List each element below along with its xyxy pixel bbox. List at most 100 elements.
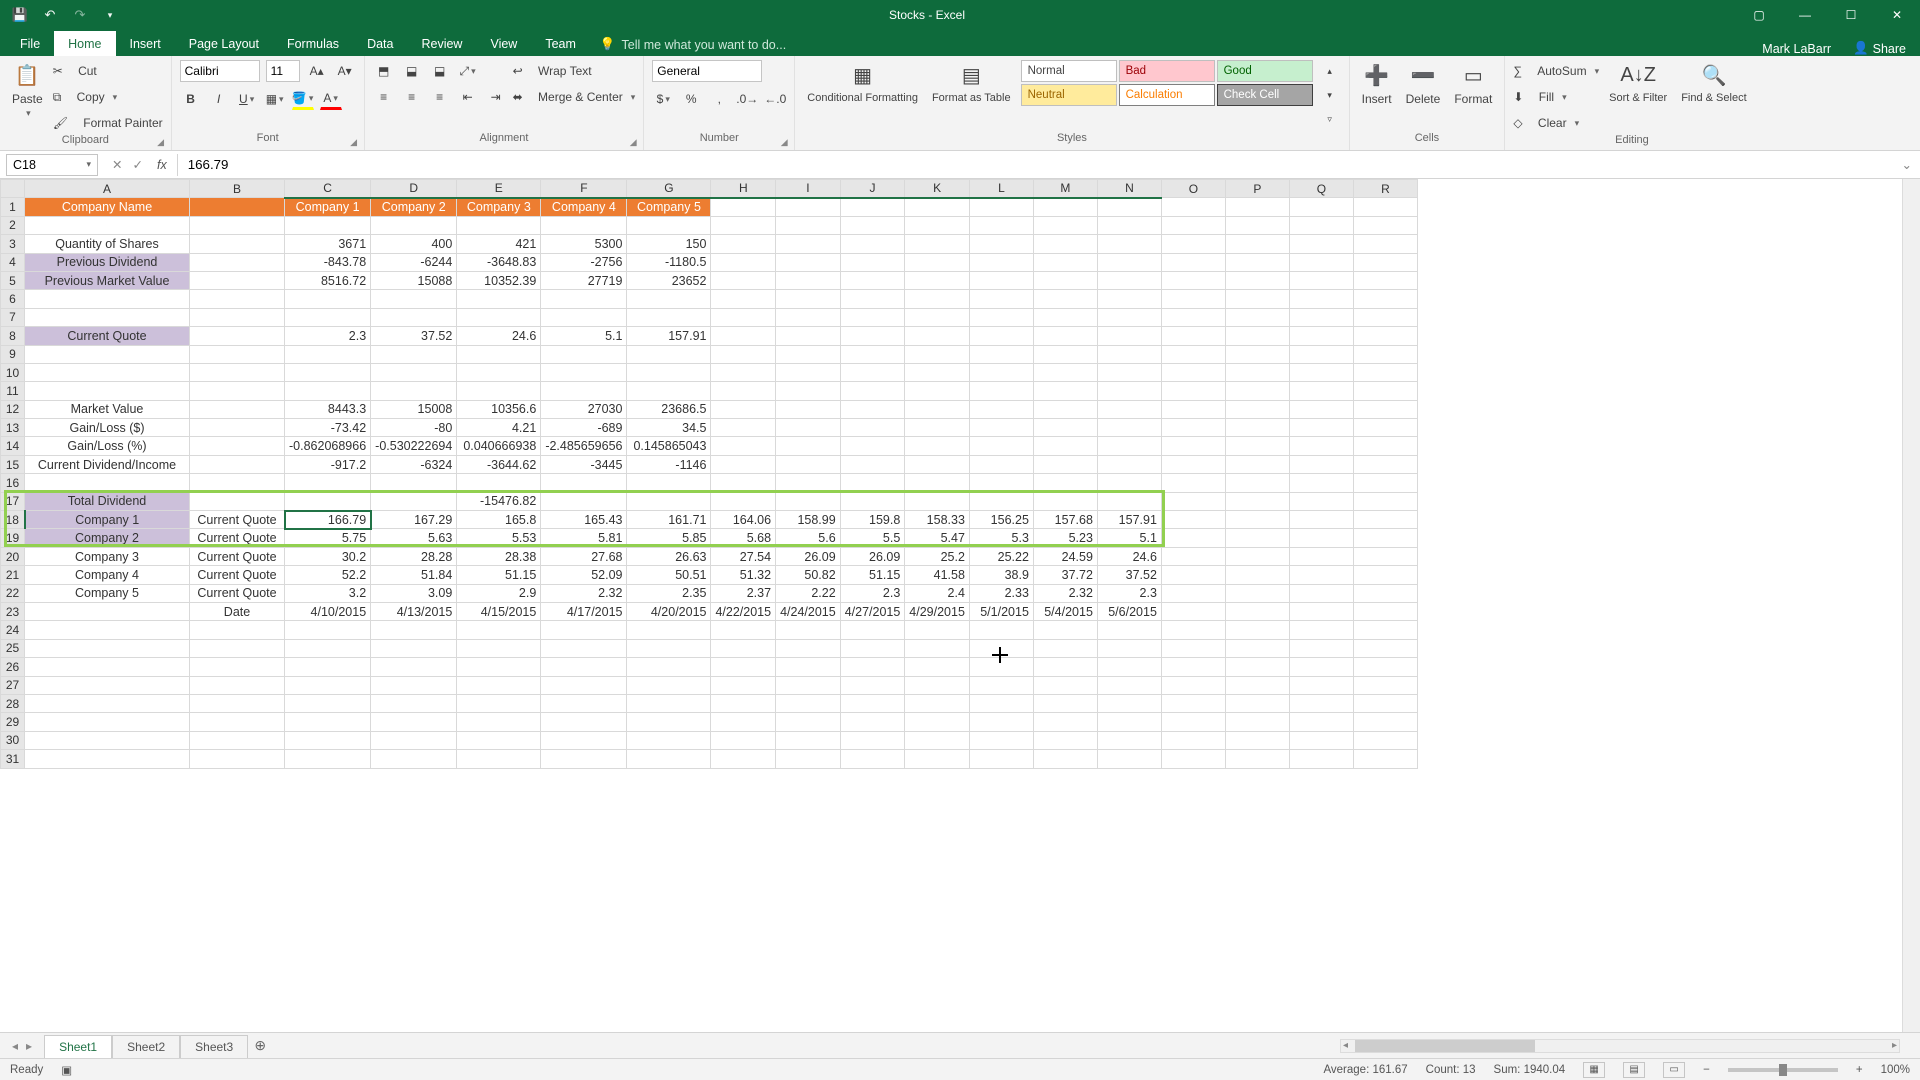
tab-scroll-left-icon[interactable]: ◂ [12,1039,18,1053]
fill-button[interactable]: ⬇ Fill▾ [1513,86,1599,108]
cell[interactable]: 161.71 [627,511,711,529]
cell[interactable] [190,658,285,676]
row-header[interactable]: 22 [1,584,25,602]
cell[interactable]: 51.15 [457,566,541,584]
cell[interactable] [1289,235,1353,253]
minimize-icon[interactable]: — [1782,0,1828,30]
cell[interactable] [541,731,627,749]
copy-button[interactable]: ⧉ Copy▾ [53,86,163,108]
cell[interactable]: 50.51 [627,566,711,584]
cell[interactable] [1161,639,1225,657]
cell[interactable] [1289,621,1353,639]
cell[interactable] [285,750,371,768]
cell[interactable] [190,731,285,749]
cell[interactable] [1097,290,1161,308]
increase-font-icon[interactable]: A▴ [306,60,328,82]
cell[interactable]: 23686.5 [627,400,711,418]
cell[interactable] [1225,437,1289,455]
cell[interactable] [1353,363,1417,381]
cell[interactable] [25,694,190,712]
cell[interactable] [1289,382,1353,400]
cell[interactable] [1161,290,1225,308]
fx-icon[interactable]: fx [157,158,177,172]
cell[interactable] [1225,566,1289,584]
cell[interactable] [627,308,711,326]
cell[interactable] [190,216,285,234]
column-header[interactable]: I [776,180,841,198]
cell[interactable]: Quantity of Shares [25,235,190,253]
autosum-button[interactable]: ∑ AutoSum▾ [1513,60,1599,82]
cell[interactable] [840,363,905,381]
cell[interactable] [371,713,457,731]
cell[interactable] [1161,308,1225,326]
cell[interactable] [285,694,371,712]
cell[interactable] [457,676,541,694]
wrap-text-button[interactable]: ↩ Wrap Text [513,60,636,82]
align-bottom-icon[interactable]: ⬓ [429,60,451,82]
cell[interactable] [1225,511,1289,529]
styles-scroll-down-icon[interactable]: ▾ [1319,84,1341,106]
cell[interactable] [1289,492,1353,510]
column-header[interactable]: E [457,180,541,198]
cell[interactable] [1353,290,1417,308]
dialog-launcher-icon[interactable]: ◢ [778,137,790,149]
row-header[interactable]: 23 [1,602,25,620]
row-header[interactable]: 7 [1,308,25,326]
row-header[interactable]: 5 [1,271,25,289]
cell[interactable] [1353,419,1417,437]
cell[interactable] [840,345,905,363]
cell[interactable]: 3.2 [285,584,371,602]
cell[interactable] [457,731,541,749]
cell[interactable] [1225,271,1289,289]
row-header[interactable]: 15 [1,455,25,473]
cell[interactable] [541,750,627,768]
cell[interactable]: Current Quote [25,327,190,345]
cell[interactable]: Current Quote [190,547,285,565]
cell[interactable] [1161,731,1225,749]
cell[interactable] [25,382,190,400]
cell[interactable]: Previous Market Value [25,271,190,289]
cell[interactable] [1097,345,1161,363]
cell[interactable] [1353,639,1417,657]
cell[interactable] [1353,327,1417,345]
fill-color-icon[interactable]: 🪣▾ [292,88,314,110]
cell[interactable] [190,713,285,731]
cell[interactable]: -15476.82 [457,492,541,510]
column-header[interactable]: J [840,180,905,198]
cell[interactable] [969,382,1033,400]
decrease-font-icon[interactable]: A▾ [334,60,356,82]
cell[interactable] [840,621,905,639]
cell[interactable]: 156.25 [969,511,1033,529]
redo-icon[interactable]: ↷ [72,7,88,23]
zoom-in-icon[interactable]: + [1856,1064,1863,1076]
cell[interactable]: 37.52 [1097,566,1161,584]
cell[interactable] [1097,400,1161,418]
cell[interactable] [711,363,776,381]
qat-customize-icon[interactable]: ▾ [102,7,118,23]
cell[interactable] [969,327,1033,345]
cell[interactable] [776,676,841,694]
cell[interactable] [541,474,627,492]
cell[interactable] [840,639,905,657]
cell[interactable] [1289,731,1353,749]
cell[interactable] [1033,327,1097,345]
cell[interactable] [627,216,711,234]
cell[interactable]: 24.6 [1097,547,1161,565]
cell[interactable] [541,676,627,694]
cell[interactable] [711,676,776,694]
row-header[interactable]: 2 [1,216,25,234]
cell[interactable] [190,492,285,510]
cell[interactable]: Company 3 [25,547,190,565]
cell[interactable]: 41.58 [905,566,970,584]
cell[interactable] [541,639,627,657]
column-header[interactable]: G [627,180,711,198]
cell[interactable] [1097,253,1161,271]
cell[interactable] [776,713,841,731]
border-icon[interactable]: ▦▾ [264,88,286,110]
dialog-launcher-icon[interactable]: ◢ [348,137,360,149]
cell[interactable] [1353,492,1417,510]
cell[interactable] [190,235,285,253]
cell[interactable] [1225,658,1289,676]
ribbon-display-icon[interactable]: ▢ [1736,0,1782,30]
cell[interactable] [776,216,841,234]
